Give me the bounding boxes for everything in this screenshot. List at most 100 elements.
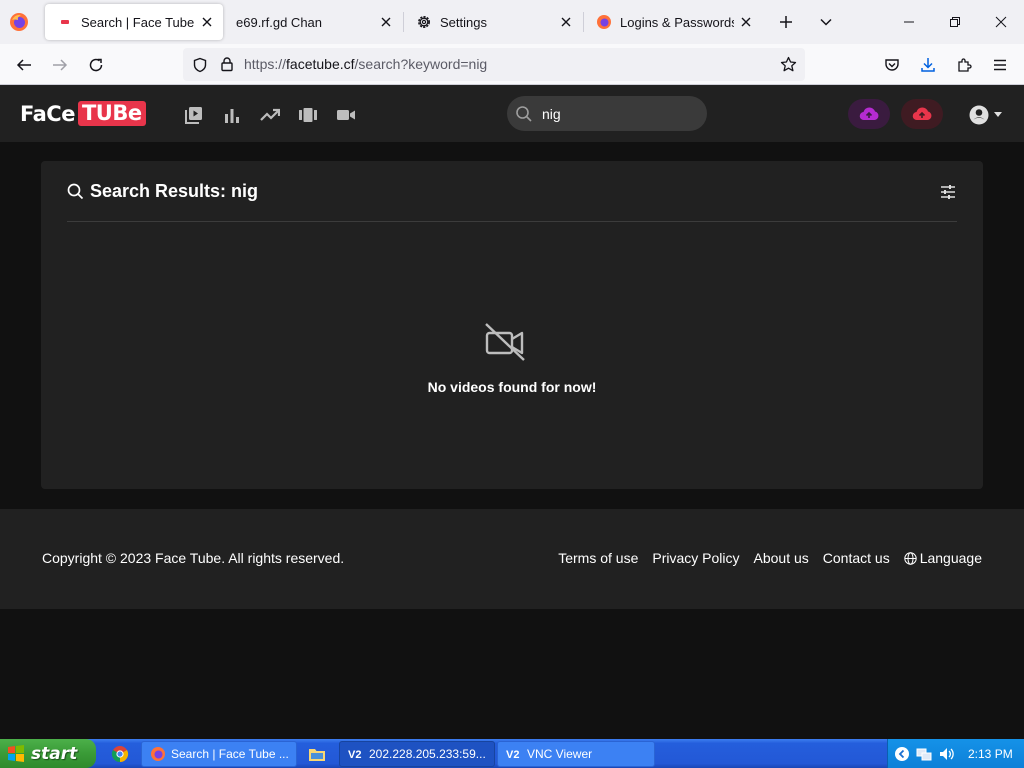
firefox-menu-icon[interactable]	[9, 12, 29, 32]
taskbar-item-vnc-session[interactable]: V2 202.228.205.233:59...	[339, 741, 495, 767]
trending-button[interactable]	[259, 104, 281, 126]
windows-taskbar: start Search | Face Tube ... V2 202.228.…	[0, 739, 1024, 768]
search-icon[interactable]	[515, 105, 533, 123]
tray-expand-icon[interactable]	[894, 746, 910, 762]
browser-nav-bar: https://facetube.cf/search?keyword=nig	[0, 44, 1024, 85]
language-selector[interactable]: Language	[904, 550, 982, 566]
app-menu-button[interactable]	[987, 52, 1013, 78]
start-button[interactable]: start	[0, 739, 96, 768]
minimize-button[interactable]	[895, 8, 923, 36]
shield-icon[interactable]	[192, 57, 208, 73]
site-search-box[interactable]	[507, 96, 707, 131]
close-tab-icon[interactable]	[195, 10, 219, 34]
pocket-icon	[885, 59, 899, 71]
url-text[interactable]: https://facetube.cf/search?keyword=nig	[244, 56, 487, 72]
contact-us-link[interactable]: Contact us	[823, 550, 890, 566]
system-tray: 2:13 PM	[887, 739, 1024, 768]
tab-search-face-tube[interactable]: Search | Face Tube	[45, 4, 223, 40]
firefox-icon	[597, 15, 611, 29]
live-button[interactable]	[335, 104, 357, 126]
reload-button[interactable]	[83, 52, 109, 78]
download-icon	[921, 58, 935, 72]
hamburger-menu-icon	[994, 59, 1006, 71]
taskbar-item-firefox[interactable]: Search | Face Tube ...	[141, 741, 297, 767]
facetube-logo[interactable]: FaCe TUBe	[20, 101, 146, 126]
tab-title: e69.rf.gd Chan	[236, 14, 323, 30]
globe-icon	[904, 551, 917, 565]
svg-text:V2: V2	[506, 749, 519, 761]
upload-button-red[interactable]	[901, 99, 943, 129]
list-all-tabs-button[interactable]	[814, 10, 838, 34]
video-library-button[interactable]	[183, 104, 205, 126]
reload-icon	[89, 58, 103, 72]
taskbar-item-vnc-viewer[interactable]: V2 VNC Viewer	[497, 741, 655, 767]
gear-icon	[418, 16, 430, 28]
cloud-upload-icon	[912, 107, 932, 121]
address-bar[interactable]: https://facetube.cf/search?keyword=nig	[183, 48, 805, 81]
copyright-text: Copyright © 2023 Face Tube. All rights r…	[42, 550, 345, 566]
minimize-icon	[904, 21, 914, 23]
tab-title: Settings	[440, 14, 487, 30]
new-tab-button[interactable]	[774, 10, 798, 34]
cloud-upload-icon	[859, 107, 879, 121]
restore-icon	[950, 17, 960, 27]
charts-button[interactable]	[221, 104, 243, 126]
search-input[interactable]	[542, 103, 692, 125]
bookmark-star-icon[interactable]	[780, 56, 797, 73]
language-label: Language	[919, 550, 982, 566]
restore-button[interactable]	[941, 8, 969, 36]
pocket-button[interactable]	[879, 52, 905, 78]
close-tab-icon[interactable]	[734, 10, 758, 34]
site-header: FaCe TUBe	[0, 85, 1024, 142]
shorts-button[interactable]	[297, 104, 319, 126]
arrow-right-icon	[53, 59, 68, 71]
trending-icon	[260, 108, 280, 121]
taskbar-item-label: Search | Face Tube ...	[171, 747, 289, 761]
network-icon[interactable]	[916, 746, 932, 762]
upload-button-purple[interactable]	[848, 99, 890, 129]
extensions-button[interactable]	[951, 52, 977, 78]
downloads-button[interactable]	[915, 52, 941, 78]
plus-icon	[780, 16, 792, 28]
privacy-policy-link[interactable]: Privacy Policy	[652, 550, 739, 566]
close-window-button[interactable]	[987, 8, 1015, 36]
svg-text:V2: V2	[348, 749, 361, 761]
url-scheme: https://	[244, 56, 287, 72]
puzzle-icon	[958, 58, 972, 72]
tab-logins-passwords[interactable]: Logins & Passwords	[584, 4, 762, 40]
main-content: Search Results: nig No videos found for …	[0, 142, 1024, 509]
vnc-icon: V2	[506, 746, 522, 762]
chrome-quicklaunch[interactable]	[110, 744, 130, 764]
page-background	[0, 609, 1024, 739]
about-us-link[interactable]: About us	[754, 550, 809, 566]
close-tab-icon[interactable]	[374, 10, 398, 34]
back-button[interactable]	[11, 52, 37, 78]
chevron-down-icon	[820, 18, 832, 26]
tab-e69-chan[interactable]: e69.rf.gd Chan	[224, 4, 402, 40]
search-icon	[67, 183, 84, 200]
folder-icon	[309, 749, 325, 761]
empty-results-message: No videos found for now!	[427, 379, 597, 395]
shorts-icon	[299, 108, 317, 122]
lock-icon[interactable]	[219, 56, 235, 72]
tab-title: Logins & Passwords	[620, 14, 734, 30]
results-header: Search Results: nig	[67, 181, 258, 202]
tab-settings[interactable]: Settings	[404, 4, 582, 40]
facetube-favicon-icon	[61, 20, 69, 24]
vnc-icon: V2	[348, 746, 364, 762]
terms-of-use-link[interactable]: Terms of use	[558, 550, 638, 566]
camera-icon	[337, 110, 355, 120]
arrow-left-icon	[16, 59, 31, 71]
results-title: Search Results: nig	[90, 181, 259, 201]
taskbar-item-label: VNC Viewer	[527, 747, 593, 761]
video-library-icon	[185, 107, 202, 124]
bar-chart-icon	[225, 109, 239, 123]
close-tab-icon[interactable]	[554, 10, 578, 34]
user-account-menu[interactable]	[968, 104, 1002, 126]
forward-button[interactable]	[47, 52, 73, 78]
explorer-quicklaunch[interactable]	[307, 744, 327, 764]
volume-icon[interactable]	[938, 746, 954, 762]
filter-button[interactable]	[937, 181, 959, 203]
tab-title: Search | Face Tube	[81, 14, 195, 30]
clock: 2:13 PM	[968, 746, 1013, 761]
